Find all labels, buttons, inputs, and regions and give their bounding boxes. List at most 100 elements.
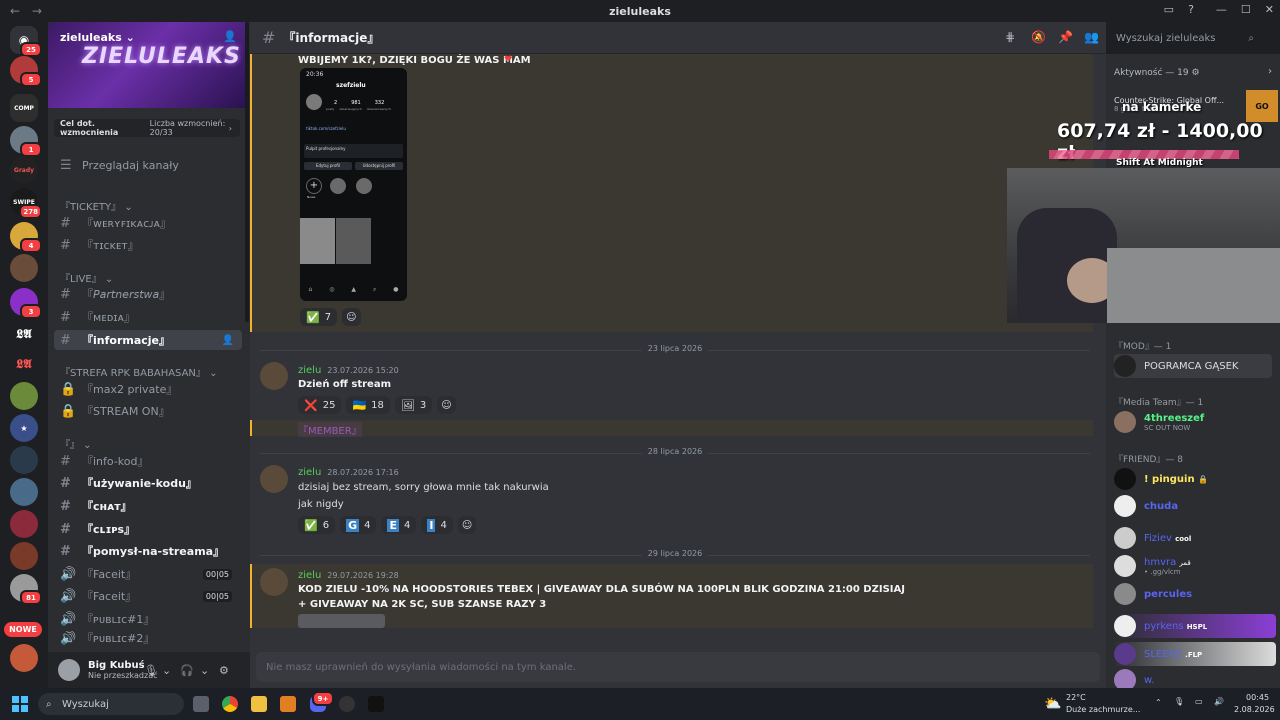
maximize-button[interactable]: ☐ [1241, 3, 1251, 16]
message-author[interactable]: zielu 28.07.2026 17:16 [298, 467, 399, 478]
member[interactable]: POGRAMCA GĄSEK [1114, 354, 1272, 378]
avatar[interactable] [58, 659, 80, 681]
member[interactable]: hmvra قمر • .gg/vlcm [1114, 554, 1274, 578]
server-icon[interactable] [10, 382, 38, 410]
discord-icon[interactable]: 9+ [310, 691, 334, 712]
clock-time[interactable]: 00:45 [1246, 693, 1269, 702]
minimize-button[interactable]: — [1216, 3, 1227, 16]
server-banner[interactable]: zieluleaks ⌄ 👤 ZIELULEAKS [48, 22, 245, 108]
member[interactable]: SLEEKZ .FLP [1114, 642, 1276, 666]
text-channel[interactable]: # 『ᴍᴇᴅɪᴀ』 [54, 307, 242, 327]
invite-people-icon[interactable]: 👤 [223, 30, 237, 43]
reaction[interactable]: E4 [381, 516, 417, 534]
message-highlighted[interactable]: zielu 29.07.2026 19:28 KOD ZIELU -10% NA … [250, 564, 1093, 628]
weather-icon[interactable]: ⛅ [1044, 696, 1061, 712]
gear-icon[interactable]: ⚙ [219, 664, 229, 677]
server-icon[interactable]: 81 [10, 574, 42, 605]
category-header[interactable]: 『』 ⌄ [60, 436, 92, 451]
category-header[interactable]: 『LIVE』 ⌄ [60, 270, 113, 285]
reaction[interactable]: G4 [340, 516, 377, 534]
voice-channel[interactable]: 🔊 『ᴘᴜʙʟɪᴄ#1』 [54, 609, 242, 629]
microphone-icon[interactable]: 🎙 [144, 664, 158, 677]
volume-icon[interactable]: 🔊 [1214, 697, 1224, 706]
member[interactable]: 4threeszef SC OUT NOW [1114, 410, 1274, 434]
role-mention[interactable]: 『MEMBER』 [298, 422, 362, 437]
server-icon[interactable] [10, 542, 38, 570]
server-icon[interactable] [10, 446, 38, 474]
message-list[interactable]: WBIJEMY 1K?, DZIĘKI BOGU ŻE WAS MAM ❤ 20… [250, 54, 1106, 644]
inbox-icon[interactable]: ▭ [1164, 3, 1174, 16]
avatar[interactable] [260, 362, 288, 390]
chevron-right-icon[interactable]: › [1268, 66, 1272, 77]
app-icon[interactable] [280, 696, 296, 712]
text-channel[interactable]: # 『ᴛɪᴄᴋᴇᴛ』 [54, 235, 242, 255]
message-highlighted[interactable]: WBIJEMY 1K?, DZIĘKI BOGU ŻE WAS MAM ❤ 20… [250, 54, 1093, 332]
reaction[interactable]: ✅ 6 [298, 516, 336, 534]
text-channel[interactable]: # 『info-kod』 [54, 451, 242, 471]
server-icon[interactable]: 𝕷𝕬 [10, 350, 38, 378]
add-reaction-button[interactable]: ☺ [457, 516, 477, 534]
obs-icon[interactable] [339, 696, 355, 712]
reaction[interactable]: 🖼 3 [394, 396, 433, 414]
server-icon[interactable]: 3 [10, 288, 42, 319]
message-author[interactable]: zielu 29.07.2026 19:28 [298, 570, 399, 581]
display-icon[interactable]: ▭ [1195, 697, 1203, 706]
add-reaction-button[interactable]: ☺ [342, 308, 361, 326]
member[interactable]: chuda [1114, 494, 1274, 518]
message-highlighted[interactable]: 『MEMBER』 [250, 420, 1093, 437]
add-member-icon[interactable]: 👤 [222, 335, 234, 346]
server-icon[interactable] [10, 478, 38, 506]
server-icon[interactable] [10, 644, 38, 672]
category-header[interactable]: 『STREFA RPK BABAHASAN』 ⌄ [60, 364, 217, 379]
channel-scrollbar[interactable] [245, 22, 249, 322]
boost-progress[interactable]: Cel dot. wzmocnienia Liczba wzmocnień: 20… [54, 119, 240, 137]
reaction[interactable]: 🇺🇦 18 [346, 396, 390, 414]
clock-date[interactable]: 2.08.2026 [1234, 705, 1275, 714]
text-channel-unread[interactable]: # 『używanie-kodu』 [54, 473, 242, 493]
reaction[interactable]: ✅ 7 [300, 308, 338, 326]
chevron-down-icon[interactable]: ⌄ [200, 664, 209, 677]
server-icon[interactable]: 5 [10, 56, 42, 87]
text-channel-unread[interactable]: # 『ᴄʜᴀᴛ』 [54, 496, 242, 516]
server-icon[interactable]: 4 [10, 222, 42, 253]
attachment-image[interactable]: 20:36 szefzielu 2 981 332 posty obserwuj… [300, 68, 407, 301]
reaction[interactable]: I4 [421, 516, 453, 534]
capcut-icon[interactable] [368, 696, 384, 712]
search-input[interactable]: Wyszukaj zieluleaks ⌕ [1110, 27, 1260, 49]
new-unreads-pill[interactable]: NOWE [4, 622, 42, 637]
member[interactable]: percules [1114, 582, 1274, 606]
avatar[interactable] [260, 568, 288, 596]
task-view-icon[interactable] [193, 696, 209, 712]
message-author[interactable]: zielu 23.07.2026 15:20 [298, 365, 399, 376]
text-channel-unread[interactable]: # 『ᴄʟɪᴘꜱ』 [54, 519, 242, 539]
voice-channel[interactable]: 🔊 『ᴘᴜʙʟɪᴄ#2』 [54, 631, 242, 645]
windows-start-icon[interactable] [12, 696, 28, 712]
pin-icon[interactable]: 📌 [1058, 30, 1073, 44]
microphone-icon[interactable]: 🎙 [1174, 697, 1184, 706]
taskbar-search[interactable]: ⌕ Wyszukaj [38, 693, 184, 715]
server-icon[interactable] [10, 254, 38, 282]
browse-channels[interactable]: ☰ Przeglądaj kanały [54, 155, 242, 175]
member[interactable]: pyrkens HSPL [1114, 614, 1276, 638]
voice-channel[interactable]: 🔊 『Faceit』 00|05 [54, 564, 242, 584]
server-icon[interactable]: 𝕷𝕬 [10, 320, 38, 348]
text-channel-unread[interactable]: # 『pomysł-na-streama』 [54, 541, 242, 561]
server-name[interactable]: zieluleaks ⌄ [60, 31, 135, 44]
embed-placeholder[interactable] [298, 614, 385, 628]
member-list-icon[interactable]: 👥 [1084, 30, 1099, 44]
help-icon[interactable]: ? [1188, 3, 1194, 16]
add-reaction-button[interactable]: ☺ [437, 396, 456, 414]
server-icon[interactable]: ★ [10, 414, 38, 442]
server-icon[interactable]: 1 [10, 126, 42, 157]
server-icon[interactable]: Grady [10, 156, 38, 184]
headphones-icon[interactable]: 🎧 [180, 664, 194, 677]
chevron-down-icon[interactable]: ⌄ [162, 664, 171, 677]
tray-overflow-icon[interactable]: ⌃ [1155, 698, 1162, 707]
threads-icon[interactable]: ⋕ [1005, 30, 1015, 44]
server-icon[interactable]: COMP [10, 94, 38, 122]
text-channel-active[interactable]: # 『informacje』 👤 [54, 330, 242, 350]
text-channel[interactable]: # 『𝘗𝘢𝘳𝘵𝘯𝘦𝘳𝘴𝘵𝘸𝘢』 [54, 284, 242, 304]
text-channel[interactable]: # 『ᴡᴇʀʏꜰɪᴋᴀᴄᴊᴀ』 [54, 213, 242, 233]
category-header[interactable]: 『TICKETY』 ⌄ [60, 198, 133, 213]
member[interactable]: ! pinguin 🔒 [1114, 467, 1274, 491]
